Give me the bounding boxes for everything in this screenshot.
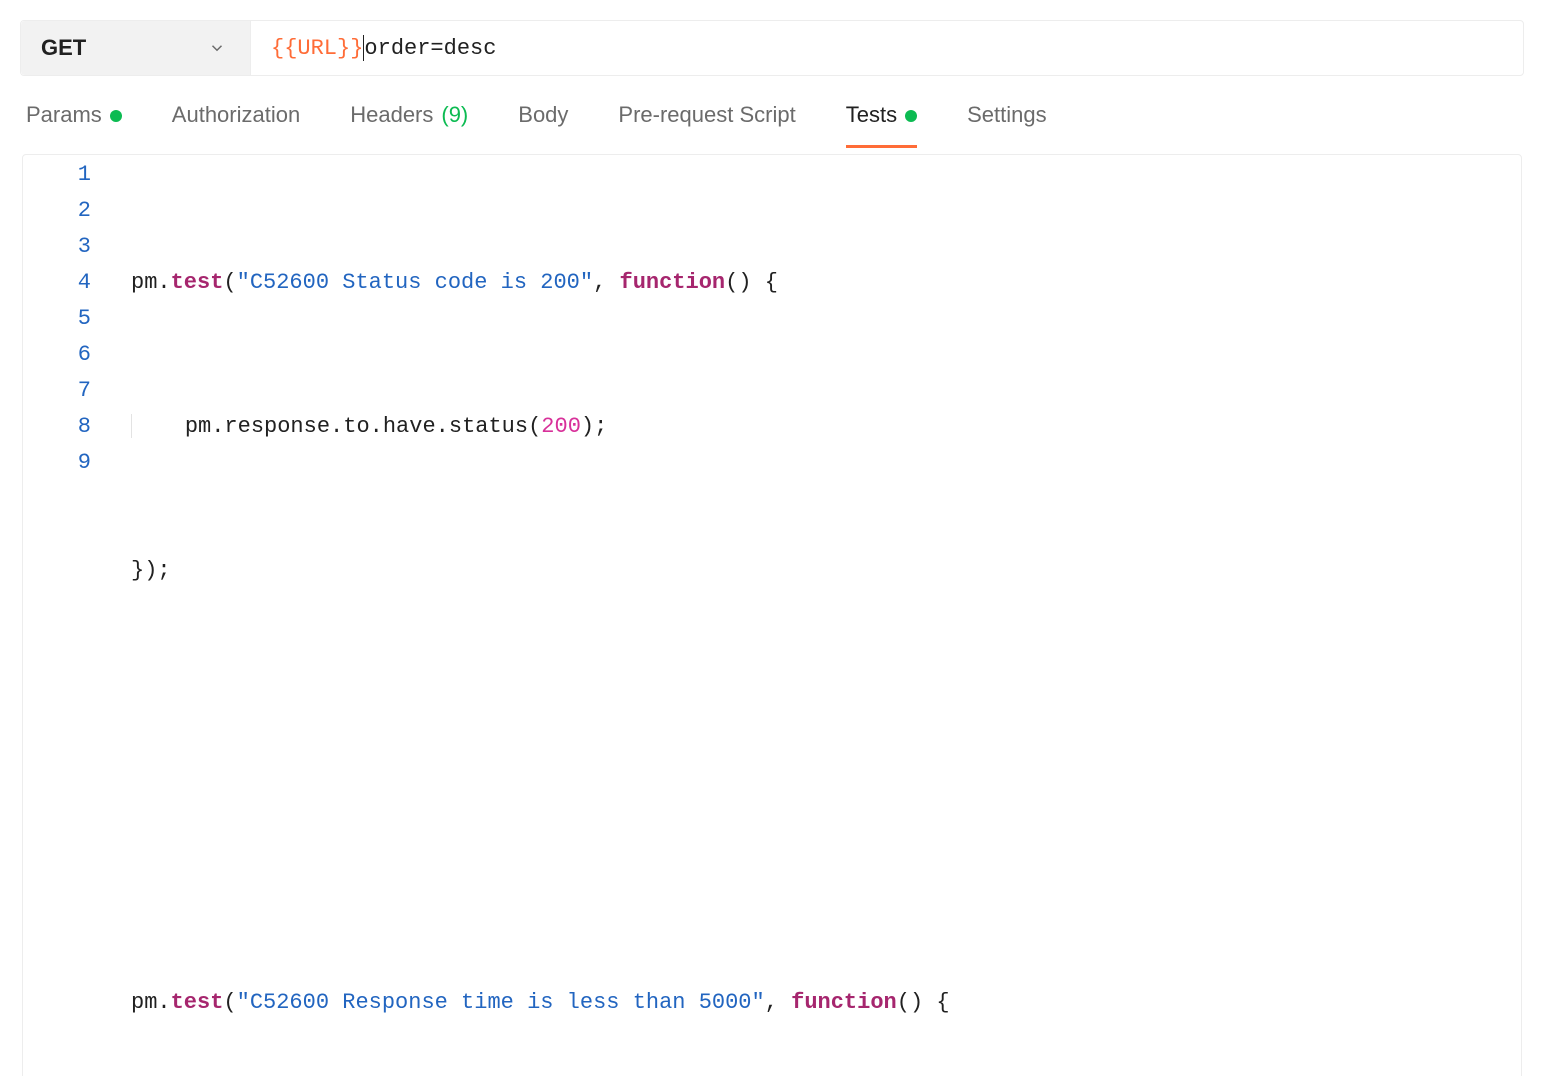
code-editor[interactable]: 1 2 3 4 5 6 7 8 9 pm.test("C52600 Status… bbox=[23, 155, 1521, 1076]
line-number: 2 bbox=[23, 193, 91, 229]
line-number: 7 bbox=[23, 373, 91, 409]
status-dot-icon bbox=[110, 110, 122, 122]
code-line: pm.response.to.have.status(200); bbox=[131, 409, 1521, 445]
tab-label: Tests bbox=[846, 102, 897, 128]
code-line: pm.test("C52600 Status code is 200", fun… bbox=[131, 265, 1521, 301]
code-line: pm.test("C52600 Response time is less th… bbox=[131, 985, 1521, 1021]
line-number: 8 bbox=[23, 409, 91, 445]
url-bar: GET {{URL}}order=desc bbox=[20, 20, 1524, 76]
line-number-gutter: 1 2 3 4 5 6 7 8 9 bbox=[23, 155, 113, 1076]
line-number: 5 bbox=[23, 301, 91, 337]
line-number: 3 bbox=[23, 229, 91, 265]
url-input[interactable]: {{URL}}order=desc bbox=[251, 21, 1523, 75]
tests-editor: 1 2 3 4 5 6 7 8 9 pm.test("C52600 Status… bbox=[22, 154, 1522, 1076]
chevron-down-icon bbox=[208, 39, 226, 57]
http-method-select[interactable]: GET bbox=[21, 21, 251, 75]
tab-tests[interactable]: Tests bbox=[846, 102, 917, 148]
code-content[interactable]: pm.test("C52600 Status code is 200", fun… bbox=[113, 155, 1521, 1076]
request-editor-panel: GET {{URL}}order=desc Params Authorizati… bbox=[0, 20, 1544, 558]
tab-label: Headers bbox=[350, 102, 433, 128]
headers-count: (9) bbox=[441, 102, 468, 128]
tab-settings[interactable]: Settings bbox=[967, 102, 1047, 148]
code-line bbox=[131, 841, 1521, 877]
tab-label: Authorization bbox=[172, 102, 300, 128]
tab-label: Settings bbox=[967, 102, 1047, 128]
tab-label: Params bbox=[26, 102, 102, 128]
tab-headers[interactable]: Headers (9) bbox=[350, 102, 468, 148]
tab-params[interactable]: Params bbox=[26, 102, 122, 148]
tab-label: Pre-request Script bbox=[618, 102, 795, 128]
tab-prerequest-script[interactable]: Pre-request Script bbox=[618, 102, 795, 148]
url-rest-text: order=desc bbox=[364, 36, 496, 61]
tab-label: Body bbox=[518, 102, 568, 128]
line-number: 4 bbox=[23, 265, 91, 301]
tab-body[interactable]: Body bbox=[518, 102, 568, 148]
status-dot-icon bbox=[905, 110, 917, 122]
line-number: 9 bbox=[23, 445, 91, 481]
line-number: 6 bbox=[23, 337, 91, 373]
url-variable-token: {{URL}} bbox=[271, 36, 363, 61]
code-line: }); bbox=[131, 553, 1521, 589]
request-sections-tabs: Params Authorization Headers (9) Body Pr… bbox=[0, 76, 1544, 148]
line-number: 1 bbox=[23, 157, 91, 193]
code-line bbox=[131, 697, 1521, 733]
tab-authorization[interactable]: Authorization bbox=[172, 102, 300, 148]
http-method-label: GET bbox=[41, 35, 86, 61]
